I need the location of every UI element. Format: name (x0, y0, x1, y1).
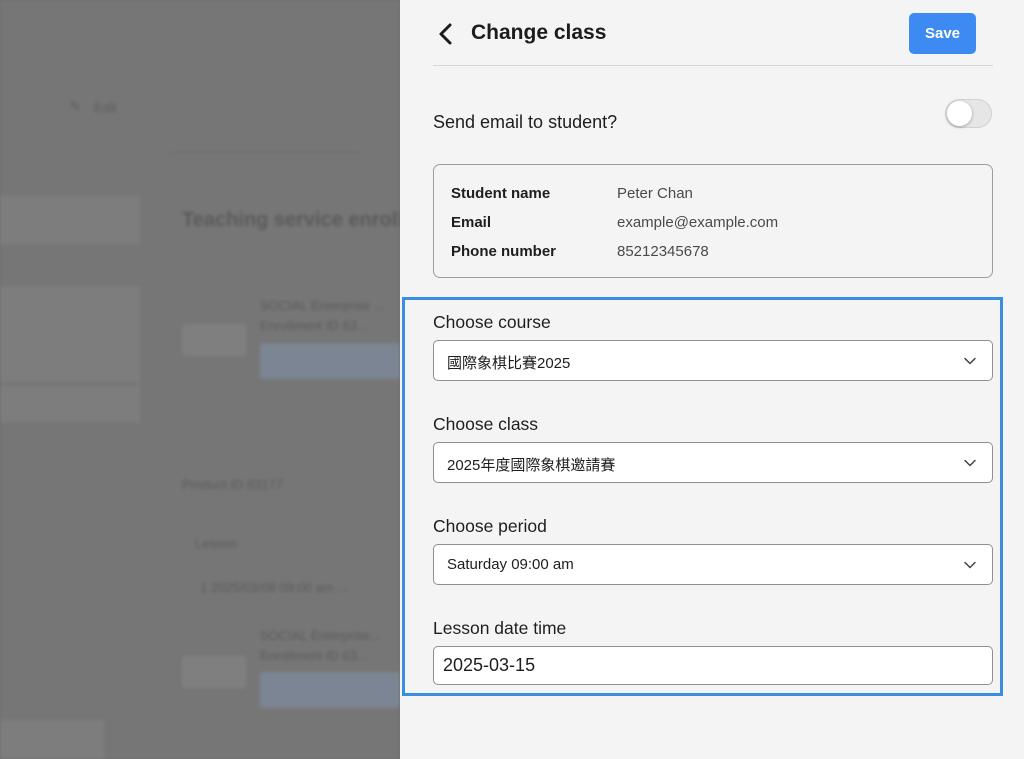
background-row-sub: Enrollment ID 63... (260, 648, 368, 663)
send-email-label: Send email to student? (433, 112, 618, 132)
toggle-knob (947, 101, 972, 126)
course-select[interactable]: 國際象棋比賽2025 (433, 340, 993, 381)
choose-class-label: Choose class (433, 414, 539, 434)
chevron-down-icon (964, 357, 976, 365)
background-sidebar-item (0, 196, 140, 244)
class-select-value: 2025年度國際象棋邀請賽 (447, 457, 616, 474)
chevron-down-icon (964, 459, 976, 467)
student-phone-label: Phone number (451, 243, 557, 260)
background-product-id: Product ID 83177 (182, 477, 284, 492)
choose-period-label: Choose period (433, 516, 547, 536)
background-page: ✎ Edit Teaching service enrollment SOCIA… (0, 0, 400, 759)
student-name-value: Peter Chan (617, 185, 693, 202)
background-thumbnail (182, 324, 246, 356)
student-email-label: Email (451, 214, 492, 231)
background-sidebar-item (0, 386, 140, 422)
student-email-value: example@example.com (617, 214, 779, 231)
student-info-card: Student name Peter Chan Email example@ex… (433, 164, 993, 278)
course-select-value: 國際象棋比賽2025 (447, 355, 571, 372)
save-button[interactable]: Save (909, 13, 976, 54)
background-row-name: SOCIAL Enterprise ... (260, 298, 385, 313)
student-name-label: Student name (451, 185, 551, 202)
chevron-left-icon (439, 23, 452, 45)
change-class-drawer: Change class Save Send email to student?… (400, 0, 1024, 759)
class-select[interactable]: 2025年度國際象棋邀請賽 (433, 442, 993, 483)
background-button (260, 343, 400, 379)
background-edit-icon: ✎ (70, 99, 81, 114)
background-row-name: SOCIAL Enterprise... (260, 628, 381, 643)
drawer-header: Change class Save (433, 0, 993, 66)
choose-course-label: Choose course (433, 312, 551, 332)
back-button[interactable] (435, 22, 457, 46)
student-phone-value: 85212345678 (617, 243, 709, 260)
lesson-date-time-label: Lesson date time (433, 618, 567, 638)
background-sidebar-item (0, 286, 140, 382)
period-select-value: Saturday 09:00 am (447, 556, 574, 573)
background-section-title: Teaching service enrollment (182, 209, 400, 231)
chevron-down-icon (964, 561, 976, 569)
drawer-title: Change class (471, 21, 607, 44)
background-divider (170, 152, 360, 153)
background-edit-label: Edit (94, 100, 117, 115)
background-button (260, 672, 400, 708)
period-select[interactable]: Saturday 09:00 am (433, 544, 993, 585)
background-thumbnail (182, 656, 246, 688)
send-email-toggle[interactable] (945, 99, 992, 128)
background-row-sub: Enrollment ID 63... (260, 318, 368, 333)
background-sidebar-item (0, 720, 104, 759)
background-lesson-header: Lesson (195, 536, 237, 551)
background-lesson-item: 1 2025/03/08 09:00 am ... (200, 580, 349, 595)
lesson-date-input[interactable] (433, 646, 993, 685)
